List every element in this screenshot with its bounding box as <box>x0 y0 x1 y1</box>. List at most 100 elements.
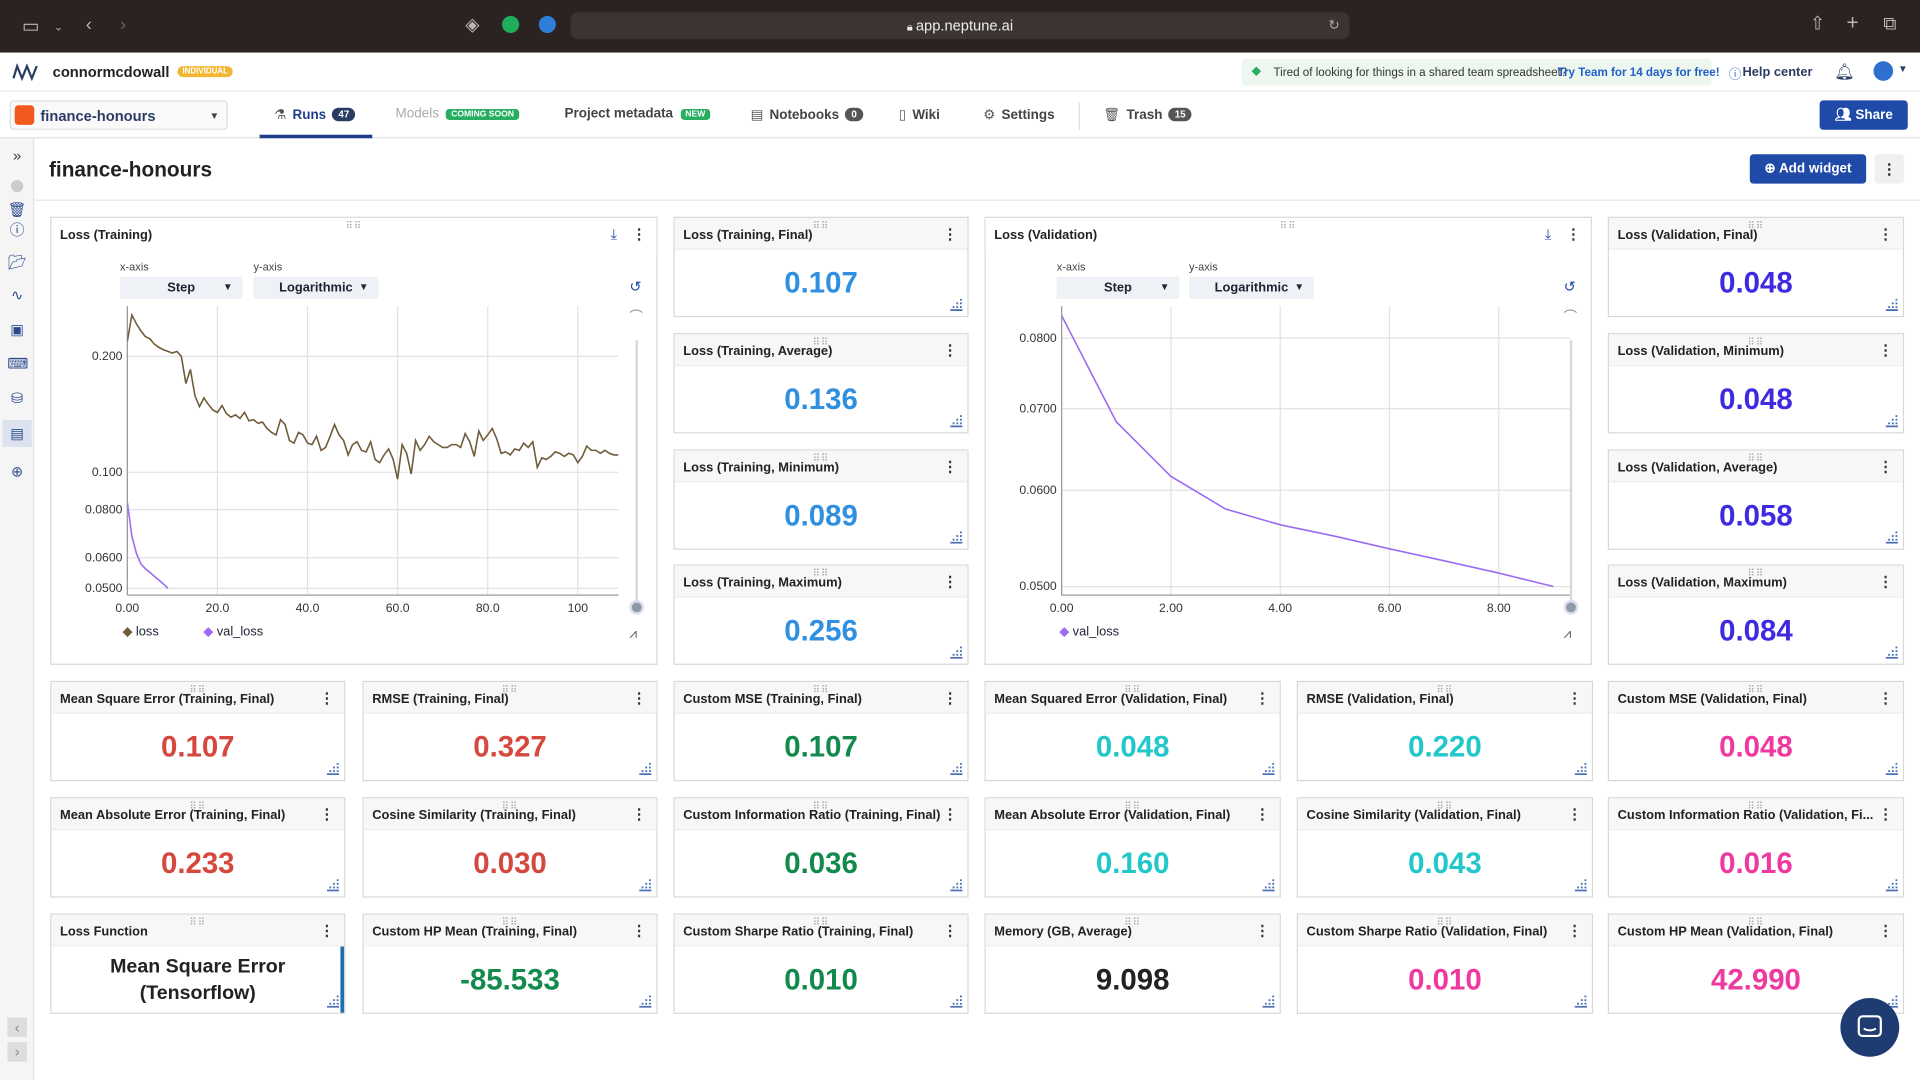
drag-handle-icon[interactable]: ⠿⠿ <box>1124 917 1141 928</box>
drag-handle-icon[interactable]: ⠿⠿ <box>1437 917 1454 928</box>
panel-menu-icon[interactable]: ⋮ <box>943 922 958 939</box>
resize-handle-icon[interactable] <box>326 762 340 776</box>
panel-menu-icon[interactable]: ⋮ <box>320 806 335 823</box>
widget-loss-validation-final[interactable]: Loss (Validation, Final) ⠿⠿ ⋮ 0.048 <box>1607 216 1905 318</box>
widget-loss-training-maximum[interactable]: Loss (Training, Maximum) ⠿⠿ ⋮ 0.256 <box>673 564 969 665</box>
panel-menu-icon[interactable]: ⋮ <box>1255 689 1270 706</box>
legend-val-loss[interactable]: ◆̶ val_loss <box>203 624 263 639</box>
chart-type-icon[interactable]: ⩘ <box>1564 627 1572 643</box>
resize-handle-icon[interactable] <box>639 995 652 1008</box>
resize-handle-icon[interactable] <box>950 879 963 892</box>
panel-menu-icon[interactable]: ⋮ <box>943 225 958 242</box>
panel-menu-icon[interactable]: ⋮ <box>943 458 958 475</box>
resize-handle-icon[interactable] <box>950 415 963 428</box>
panel-menu-icon[interactable]: ⋮ <box>1878 458 1893 475</box>
metric-widget[interactable]: Mean Absolute Error (Validation, Final) ⠿… <box>984 797 1281 898</box>
metric-widget[interactable]: Memory (GB, Average) ⠿⠿ ⋮ 9.098 <box>984 913 1281 1014</box>
resize-handle-icon[interactable] <box>1262 762 1275 776</box>
drag-handle-icon[interactable]: ⠿⠿ <box>1748 801 1765 812</box>
drag-handle-icon[interactable]: ⠿⠿ <box>189 917 206 928</box>
resize-handle-icon[interactable] <box>1574 762 1587 776</box>
panel-menu-icon[interactable]: ⋮ <box>943 342 958 359</box>
panel-menu-icon[interactable]: ⋮ <box>943 806 958 823</box>
panel-menu-icon[interactable]: ⋮ <box>1878 689 1893 706</box>
metric-widget[interactable]: Mean Square Error (Training, Final) ⠿⠿ ⋮ 0.… <box>50 680 346 782</box>
resize-handle-icon[interactable] <box>950 298 963 312</box>
widget-loss-training-minimum[interactable]: Loss (Training, Minimum) ⠿⠿ ⋮ 0.089 <box>673 449 969 550</box>
metric-widget[interactable]: Custom Sharpe Ratio (Training, Final) ⠿⠿ ⋮… <box>673 913 969 1014</box>
metric-widget[interactable]: Mean Absolute Error (Training, Final) ⠿⠿ ⋮… <box>50 797 346 898</box>
smoothing-slider-track[interactable] <box>1569 340 1573 608</box>
reset-zoom-icon[interactable]: ↺ <box>1564 278 1576 295</box>
panel-menu-icon[interactable]: ⋮ <box>1567 806 1582 823</box>
drag-handle-icon[interactable]: ⠿⠿ <box>189 684 206 695</box>
drag-handle-icon[interactable]: ⠿⠿ <box>1748 220 1765 231</box>
resize-handle-icon[interactable] <box>639 879 652 892</box>
metric-widget[interactable]: Cosine Similarity (Validation, Final) ⠿⠿ ⋮… <box>1296 797 1594 898</box>
drag-handle-icon[interactable]: ⠿⠿ <box>502 801 519 812</box>
resize-handle-icon[interactable] <box>1885 879 1898 892</box>
drag-handle-icon[interactable]: ⠿⠿ <box>1437 801 1454 812</box>
panel-menu-icon[interactable]: ⋮ <box>1878 342 1893 359</box>
metric-widget[interactable]: RMSE (Training, Final) ⠿⠿ ⋮ 0.327 <box>362 680 658 782</box>
resize-handle-icon[interactable] <box>950 762 963 776</box>
drag-handle-icon[interactable]: ⠿⠿ <box>813 568 830 579</box>
panel-menu-icon[interactable]: ⋮ <box>632 922 647 939</box>
resize-handle-icon[interactable] <box>639 762 652 776</box>
metric-widget[interactable]: RMSE (Validation, Final) ⠿⠿ ⋮ 0.220 <box>1296 680 1594 782</box>
panel-menu-icon[interactable]: ⋮ <box>320 689 335 706</box>
metric-widget[interactable]: Custom Sharpe Ratio (Validation, Final) ⠿… <box>1296 913 1594 1014</box>
drag-handle-icon[interactable]: ⠿⠿ <box>502 917 519 928</box>
resize-handle-icon[interactable] <box>1262 995 1275 1008</box>
panel-menu-icon[interactable]: ⋮ <box>1255 922 1270 939</box>
metric-widget[interactable]: Mean Squared Error (Validation, Final) ⠿⠿… <box>984 680 1281 782</box>
legend-loss[interactable]: ◆̶ loss <box>122 624 158 639</box>
panel-menu-icon[interactable]: ⋮ <box>320 922 335 939</box>
widget-loss-training-average[interactable]: Loss (Training, Average) ⠿⠿ ⋮ 0.136 <box>673 333 969 434</box>
widget-loss-validation-minimum[interactable]: Loss (Validation, Minimum) ⠿⠿ ⋮ 0.048 <box>1607 333 1905 434</box>
drag-handle-icon[interactable]: ⠿⠿ <box>813 684 830 695</box>
smoothing-slider-track[interactable] <box>635 340 638 608</box>
drag-handle-icon[interactable]: ⠿⠿ <box>502 684 519 695</box>
panel-menu-icon[interactable]: ⋮ <box>1878 225 1893 242</box>
resize-handle-icon[interactable] <box>1885 762 1898 776</box>
drag-handle-icon[interactable]: ⠿⠿ <box>813 917 830 928</box>
resize-handle-icon[interactable] <box>1262 879 1275 892</box>
chat-launcher-button[interactable] <box>1840 997 1900 1057</box>
chart-type-icon[interactable]: ⩘ <box>629 627 637 643</box>
resize-handle-icon[interactable] <box>1574 995 1587 1008</box>
drag-handle-icon[interactable]: ⠿⠿ <box>1124 684 1141 695</box>
metric-widget[interactable]: Custom MSE (Validation, Final) ⠿⠿ ⋮ 0.048 <box>1607 680 1905 782</box>
metric-widget[interactable]: Cosine Similarity (Training, Final) ⠿⠿ ⋮ 0.… <box>362 797 658 898</box>
panel-menu-icon[interactable]: ⋮ <box>943 573 958 590</box>
drag-handle-icon[interactable]: ⠿⠿ <box>813 337 830 348</box>
panel-menu-icon[interactable]: ⋮ <box>1567 922 1582 939</box>
panel-menu-icon[interactable]: ⋮ <box>943 689 958 706</box>
smoothing-icon[interactable]: ⌒ <box>1564 306 1577 326</box>
drag-handle-icon[interactable]: ⠿⠿ <box>1748 337 1765 348</box>
panel-menu-icon[interactable]: ⋮ <box>1878 573 1893 590</box>
metric-widget[interactable]: Custom Information Ratio (Validation, Fi… <box>1607 797 1905 898</box>
metric-widget[interactable]: Custom MSE (Training, Final) ⠿⠿ ⋮ 0.107 <box>673 680 969 782</box>
resize-handle-icon[interactable] <box>950 995 963 1008</box>
metric-widget[interactable]: Custom HP Mean (Training, Final) ⠿⠿ ⋮ -85.5… <box>362 913 658 1014</box>
smoothing-slider-handle[interactable] <box>629 600 645 615</box>
resize-handle-icon[interactable] <box>326 879 340 892</box>
panel-menu-icon[interactable]: ⋮ <box>1255 806 1270 823</box>
resize-handle-icon[interactable] <box>950 646 963 659</box>
metric-widget[interactable]: Loss Function ⠿⠿ ⋮ Mean Square Error (Tensor… <box>50 913 346 1014</box>
panel-menu-icon[interactable]: ⋮ <box>1567 689 1582 706</box>
drag-handle-icon[interactable]: ⠿⠿ <box>1748 684 1765 695</box>
panel-menu-icon[interactable]: ⋮ <box>1878 806 1893 823</box>
resize-handle-icon[interactable] <box>1885 298 1898 312</box>
smoothing-icon[interactable]: ⌒ <box>629 306 642 326</box>
metric-widget[interactable]: Custom Information Ratio (Training, Fina… <box>673 797 969 898</box>
resize-handle-icon[interactable] <box>1885 646 1898 659</box>
drag-handle-icon[interactable]: ⠿⠿ <box>1437 684 1454 695</box>
resize-handle-icon[interactable] <box>1574 879 1587 892</box>
panel-menu-icon[interactable]: ⋮ <box>632 689 647 706</box>
drag-handle-icon[interactable]: ⠿⠿ <box>813 453 830 464</box>
widget-loss-validation-average[interactable]: Loss (Validation, Average) ⠿⠿ ⋮ 0.058 <box>1607 449 1905 550</box>
widget-loss-validation-maximum[interactable]: Loss (Validation, Maximum) ⠿⠿ ⋮ 0.084 <box>1607 564 1905 665</box>
chart-panel-training[interactable]: Loss (Training) ⠿⠿ ⤓ ⋮ x-axis y-axis Ste… <box>50 216 658 665</box>
